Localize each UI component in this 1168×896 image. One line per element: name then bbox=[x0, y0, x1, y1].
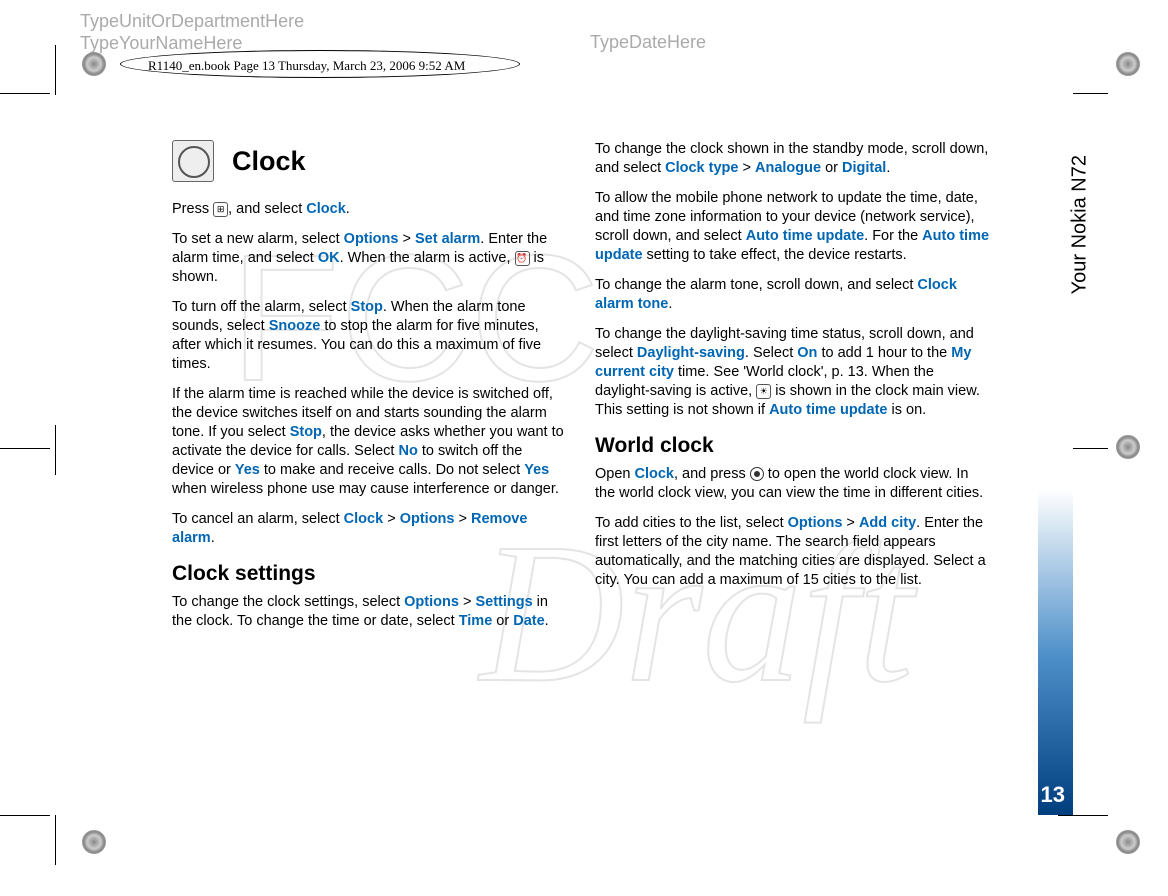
left-column: Clock Press ⊞, and select Clock. To set … bbox=[172, 140, 567, 642]
header-date: TypeDateHere bbox=[590, 32, 706, 53]
registration-target-icon bbox=[1116, 435, 1140, 459]
para-open-clock: Press ⊞, and select Clock. bbox=[172, 200, 567, 219]
para-settings: To change the clock settings, select Opt… bbox=[172, 593, 567, 631]
heading-clock: Clock bbox=[232, 152, 306, 171]
registration-target-icon bbox=[1116, 52, 1140, 76]
heading-world-clock: World clock bbox=[595, 436, 990, 455]
crop-mark bbox=[0, 815, 50, 816]
clock-app-icon bbox=[172, 140, 214, 182]
scroll-right-icon bbox=[750, 467, 764, 481]
heading-clock-settings: Clock settings bbox=[172, 564, 567, 583]
crop-mark bbox=[0, 93, 50, 94]
registration-target-icon bbox=[82, 52, 106, 76]
para-alarm-tone: To change the alarm tone, scroll down, a… bbox=[595, 276, 990, 314]
registration-target-icon bbox=[82, 830, 106, 854]
menu-key-icon: ⊞ bbox=[213, 202, 228, 217]
book-info-line: R1140_en.book Page 13 Thursday, March 23… bbox=[148, 58, 465, 74]
para-turn-off: To turn off the alarm, select Stop. When… bbox=[172, 298, 567, 374]
daylight-icon: ☀ bbox=[756, 384, 771, 399]
page-number: 13 bbox=[1041, 782, 1065, 808]
para-clock-type: To change the clock shown in the standby… bbox=[595, 140, 990, 178]
header-unit: TypeUnitOrDepartmentHere bbox=[80, 10, 304, 32]
para-add-city: To add cities to the list, select Option… bbox=[595, 514, 990, 590]
para-open-world: Open Clock, and press to open the world … bbox=[595, 465, 990, 503]
crop-mark bbox=[55, 45, 56, 95]
alarm-active-icon: ⏰ bbox=[515, 251, 530, 266]
crop-mark bbox=[1058, 815, 1108, 816]
para-device-off: If the alarm time is reached while the d… bbox=[172, 385, 567, 499]
para-cancel-alarm: To cancel an alarm, select Clock > Optio… bbox=[172, 510, 567, 548]
para-daylight: To change the daylight-saving time statu… bbox=[595, 325, 990, 420]
para-set-alarm: To set a new alarm, select Options > Set… bbox=[172, 230, 567, 287]
registration-target-icon bbox=[1116, 830, 1140, 854]
crop-mark bbox=[55, 815, 56, 865]
header-placeholder: TypeUnitOrDepartmentHere TypeYourNameHer… bbox=[80, 10, 304, 54]
right-column: To change the clock shown in the standby… bbox=[595, 140, 990, 642]
page-content: Clock Press ⊞, and select Clock. To set … bbox=[172, 140, 1082, 642]
crop-mark bbox=[0, 448, 50, 449]
crop-mark bbox=[55, 425, 56, 475]
para-auto-update: To allow the mobile phone network to upd… bbox=[595, 189, 990, 265]
